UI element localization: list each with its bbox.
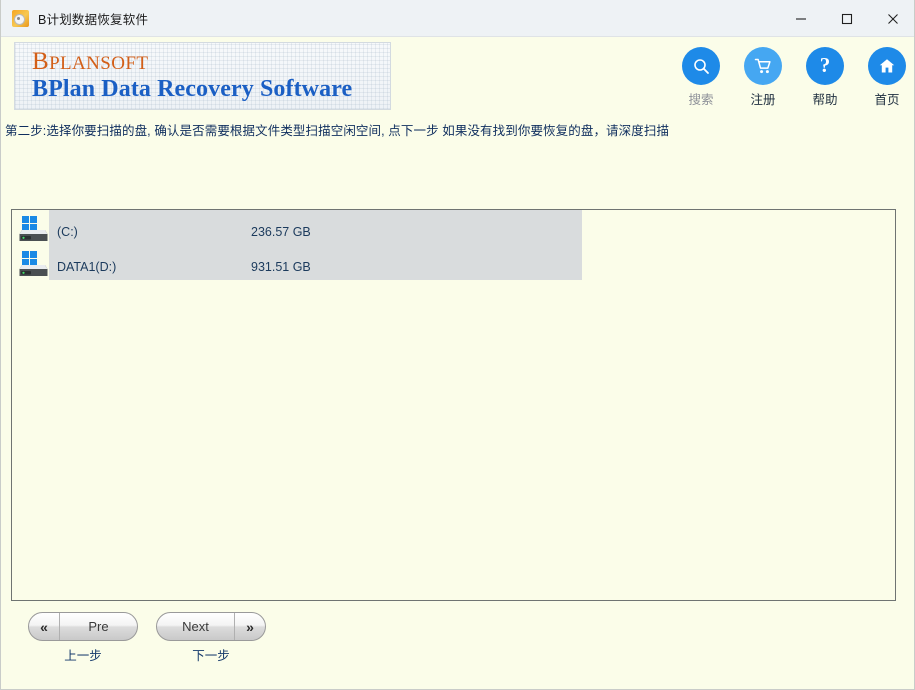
windows-drive-icon <box>16 215 49 248</box>
windows-drive-icon <box>16 250 49 283</box>
minimize-button[interactable] <box>778 0 824 37</box>
chevron-right-icon: » <box>246 618 254 635</box>
window-controls <box>778 0 914 37</box>
brand-name: BPLANSOFT <box>32 48 148 76</box>
brand-logo: BPLANSOFT BPlan Data Recovery Software <box>14 42 391 110</box>
close-button[interactable] <box>870 0 914 37</box>
toolbar-item-register[interactable]: 注册 <box>743 47 783 108</box>
hard-disk-icon <box>19 264 48 276</box>
brand-rest: PLANSOFT <box>49 53 149 74</box>
header-band: BPLANSOFT BPlan Data Recovery Software 搜… <box>1 37 914 115</box>
toolbar-label-register: 注册 <box>750 93 776 107</box>
drive-name-d: DATA1(D:) <box>57 259 117 274</box>
drive-row-d[interactable]: DATA1(D:) 931.51 GB <box>12 249 895 284</box>
next-button[interactable]: Next » <box>156 612 266 641</box>
toolbar-label-home: 首页 <box>874 93 900 107</box>
previous-button-label: Pre <box>88 619 109 634</box>
toolbar-item-home[interactable]: 首页 <box>867 47 907 108</box>
question-mark-icon: ? <box>806 47 844 85</box>
window-title: B计划数据恢复软件 <box>38 12 149 27</box>
toolbar-label-help: 帮助 <box>812 93 838 107</box>
chevron-left-icon: « <box>40 618 48 635</box>
previous-sub-label: 上一步 <box>64 649 102 663</box>
drive-size-d: 931.51 GB <box>251 259 311 274</box>
title-bar: B计划数据恢复软件 <box>1 0 914 37</box>
hard-disk-icon <box>19 229 48 241</box>
drive-size-c: 236.57 GB <box>251 224 311 239</box>
footer-bar: « Pre 上一步 Next » 下一步 根据文件类型扫描空闲空间,需要更多点时… <box>1 601 914 689</box>
brand-initial: B <box>32 48 50 75</box>
toolbar: 搜索 注册 ? 帮助 首页 <box>681 47 907 108</box>
search-icon <box>682 47 720 85</box>
toolbar-label-search: 搜索 <box>688 93 714 107</box>
previous-button[interactable]: « Pre <box>28 612 138 641</box>
application-window: B计划数据恢复软件 BPLANSOFT BPlan Data Recovery … <box>0 0 915 690</box>
drive-name-c: (C:) <box>57 224 78 239</box>
cart-icon <box>744 47 782 85</box>
toolbar-item-help[interactable]: ? 帮助 <box>805 47 845 108</box>
drive-row-c[interactable]: (C:) 236.57 GB <box>12 214 895 249</box>
disc-icon <box>12 9 29 27</box>
home-icon <box>868 47 906 85</box>
drive-list-panel[interactable]: (C:) 236.57 GB DATA1(D:) 931.51 GB <box>11 209 896 601</box>
toolbar-item-search[interactable]: 搜索 <box>681 47 721 108</box>
next-sub-label: 下一步 <box>192 649 230 663</box>
product-name: BPlan Data Recovery Software <box>32 76 353 102</box>
maximize-button[interactable] <box>824 0 870 37</box>
step-instruction: 第二步:选择你要扫描的盘, 确认是否需要根据文件类型扫描空闲空间, 点下一步 如… <box>5 124 670 138</box>
next-button-label: Next <box>182 619 209 634</box>
question-glyph: ? <box>819 53 831 77</box>
